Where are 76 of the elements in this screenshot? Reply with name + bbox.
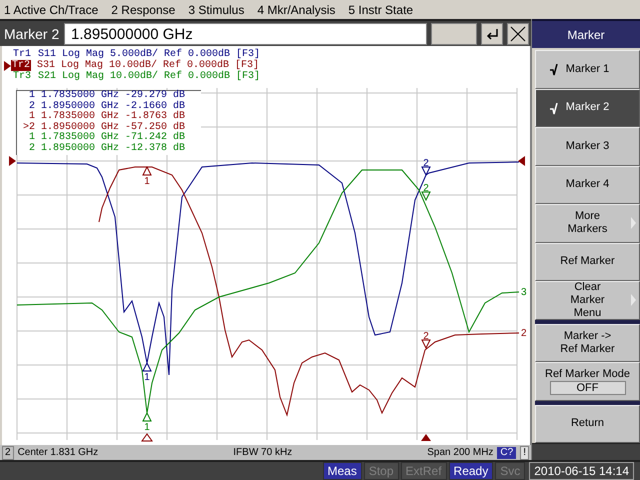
close-button[interactable] xyxy=(507,22,529,44)
softkey[interactable]: Marker 2 xyxy=(535,88,640,127)
status-indicator: Meas xyxy=(322,462,362,480)
marker-frequency: 1.7835000 GHz xyxy=(41,133,120,144)
softkey[interactable]: Marker 1 xyxy=(535,50,640,88)
trace-name[interactable]: Tr3 xyxy=(12,71,32,82)
spin-buttons[interactable] xyxy=(431,22,477,44)
trace-settings: S21 Log Mag 10.00dB/ Ref 0.000dB [F3] xyxy=(38,71,260,82)
trace-settings: S11 Log Mag 5.000dB/ Ref 0.000dB [F3] xyxy=(38,49,260,60)
date-time: 2010-06-15 14:14 xyxy=(529,462,634,480)
softkey[interactable]: Ref Marker xyxy=(535,242,640,281)
marker-triangle-icon xyxy=(421,166,431,176)
check-icon xyxy=(550,64,558,76)
menu-item[interactable]: 1 Active Ch/Trace xyxy=(4,3,98,19)
softkey-menu-title: Marker xyxy=(532,19,640,48)
ifbw-setting: IFBW 70 kHz xyxy=(233,447,292,458)
menu-item[interactable]: 4 Mkr/Analysis xyxy=(257,3,336,19)
marker-number: >2 xyxy=(22,122,36,133)
marker-triangle-icon xyxy=(421,192,431,202)
softkey[interactable]: More Markers xyxy=(535,204,640,242)
marker-value: -57.250 dB xyxy=(125,122,186,133)
reference-marker-icon xyxy=(9,156,16,166)
softkey[interactable]: Marker 3 xyxy=(535,127,640,166)
marker-number: 1 xyxy=(28,91,36,101)
softkey[interactable]: Return xyxy=(535,404,640,443)
span-setting: Span 200 MHz xyxy=(427,447,494,458)
stimulus-marker-icon xyxy=(141,433,153,442)
marker-frequency: 1.8950000 GHz xyxy=(41,102,120,112)
marker-number: 1 xyxy=(28,133,36,144)
softkey[interactable]: Marker -> Ref Marker xyxy=(535,324,640,362)
marker-number: 2 xyxy=(423,183,429,194)
marker-number: 1 xyxy=(144,422,150,433)
calibration-status: C? xyxy=(497,446,516,458)
marker-triangle-icon xyxy=(421,340,431,350)
status-indicator: Ready xyxy=(448,462,494,480)
softkey[interactable]: Marker 4 xyxy=(535,166,640,204)
marker-value: -12.378 dB xyxy=(125,144,186,155)
marker-frequency: 1.7835000 GHz xyxy=(41,91,120,101)
marker-value: -71.242 dB xyxy=(125,133,186,144)
softkey-value: OFF xyxy=(550,380,626,395)
marker-value: -2.1660 dB xyxy=(125,102,186,112)
trace-end-label: 3 xyxy=(521,287,527,298)
frequency-field[interactable]: 1.895000000 GHz xyxy=(64,22,427,44)
marker-number: 2 xyxy=(28,102,36,112)
close-icon xyxy=(510,26,526,42)
menu-item[interactable]: 3 Stimulus xyxy=(188,3,244,19)
marker-number: 2 xyxy=(423,331,429,342)
marker-number: 1 xyxy=(144,372,150,383)
marker-frequency: 1.7835000 GHz xyxy=(41,112,120,122)
marker-value: -1.8763 dB xyxy=(125,112,186,122)
enter-button[interactable] xyxy=(481,22,503,44)
marker-triangle-icon xyxy=(142,166,152,176)
menu-item[interactable]: 2 Response xyxy=(111,3,176,19)
marker-frequency: 1.8950000 GHz xyxy=(41,122,120,133)
menu-item[interactable]: 5 Instr State xyxy=(348,3,414,19)
trace-end-label: 2 xyxy=(521,328,527,339)
marker-value: -29.279 dB xyxy=(125,91,186,101)
marker-triangle-icon xyxy=(142,412,152,422)
trace-settings: S31 Log Mag 10.00dB/ Ref 0.000dB [F3] xyxy=(37,60,260,71)
check-icon xyxy=(550,102,558,114)
entry-label: Marker 2 xyxy=(4,26,60,42)
softkey[interactable]: Ref Marker Mode OFF xyxy=(535,362,640,400)
center-frequency: Center 1.831 GHz xyxy=(18,447,98,458)
marker-number: 2 xyxy=(423,158,429,169)
marker-triangle-icon xyxy=(142,362,152,372)
marker-number: 2 xyxy=(28,144,36,155)
reference-marker-icon xyxy=(518,156,525,166)
channel-number: 2 xyxy=(2,446,14,460)
trace-name[interactable]: Tr1 xyxy=(12,49,32,60)
softkey[interactable]: Clear Marker Menu xyxy=(535,281,640,320)
stimulus-marker-icon xyxy=(421,434,431,441)
marker-number: 1 xyxy=(28,112,36,122)
marker-number: 1 xyxy=(144,176,150,187)
marker-frequency: 1.8950000 GHz xyxy=(41,144,120,155)
enter-icon xyxy=(485,28,499,40)
warning-indicator: ! xyxy=(520,446,529,460)
